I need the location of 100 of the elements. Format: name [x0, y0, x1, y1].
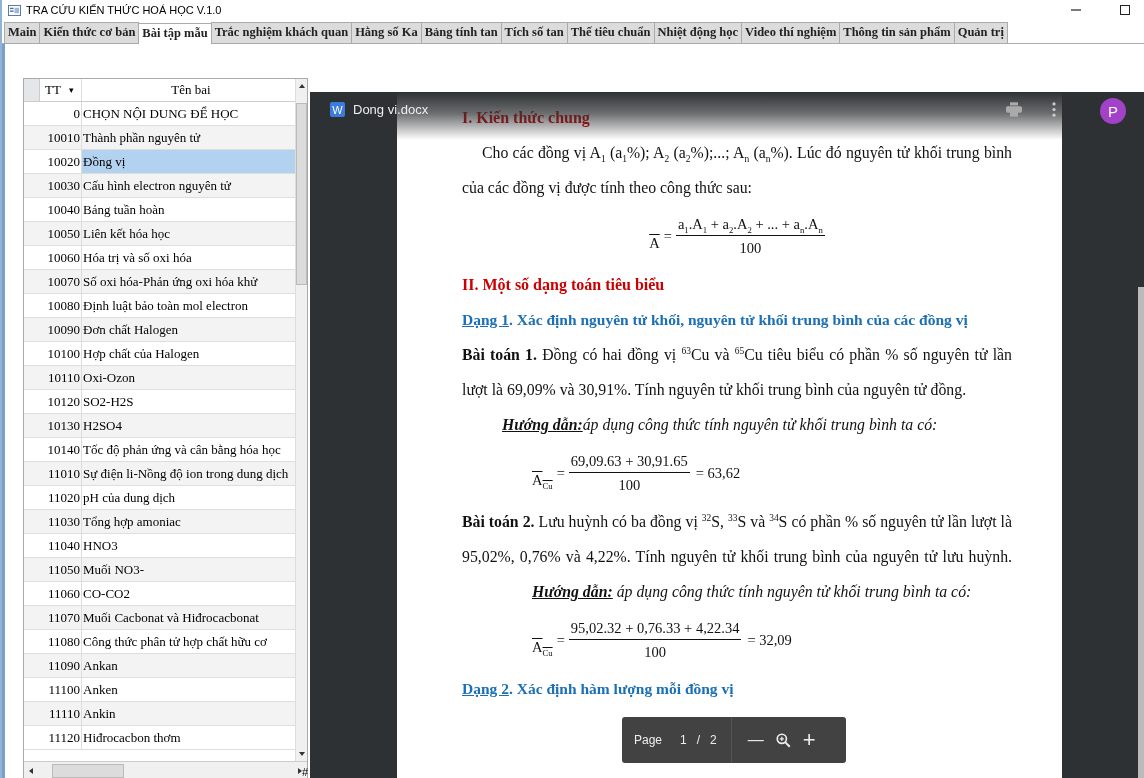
- problem-text: Bài toán 1. Đồng có hai đồng vị $^{63}$Cu và $^{65}$Cu tiêu biểu có phần % số nguyên tử lần lượt là 69,09% và 30,91%. Tính nguyên tử khối trung bình của nguyên tử đồng.: [462, 344, 1012, 401]
- table-cell[interactable]: Số oxi hóa-Phản ứng oxi hóa khử: [82, 270, 295, 293]
- tab[interactable]: Hằng số Ka: [351, 22, 422, 43]
- tab[interactable]: Tích số tan: [500, 22, 568, 43]
- table-cell[interactable]: 10090: [40, 318, 82, 341]
- table-cell[interactable]: SO2-H2S: [82, 390, 295, 413]
- tab[interactable]: Bài tập mẫu: [138, 23, 212, 44]
- formula: A = a$_{1}$.A$_{1}$ + a$_{2}$.A$_{2}$ + ... + a$_{n}$.A$_{n}$ 100: [648, 214, 826, 258]
- table-cell[interactable]: Muối NO3-: [82, 558, 295, 581]
- table-cell[interactable]: 10040: [40, 198, 82, 221]
- scroll-left-icon[interactable]: [27, 766, 35, 775]
- section-heading: Dạng 2. Xác định hàm lượng mỗi đồng vị: [462, 680, 734, 697]
- table-cell[interactable]: Ankan: [82, 654, 295, 677]
- table-cell[interactable]: Hiđrocacbon thơm: [82, 726, 295, 749]
- table-cell[interactable]: 10060: [40, 246, 82, 269]
- tab[interactable]: Bảng tính tan: [420, 22, 502, 43]
- tab[interactable]: Thông tin sản phẩm: [839, 22, 955, 43]
- table-cell[interactable]: Oxi-Ozon: [82, 366, 295, 389]
- table-cell[interactable]: 10030: [40, 174, 82, 197]
- table-cell[interactable]: Công thức phân tử hợp chất hữu cơ: [82, 630, 295, 653]
- table-cell[interactable]: Muối Cacbonat và Hiđrocacbonat: [82, 606, 295, 629]
- table-cell[interactable]: Ankin: [82, 702, 295, 725]
- table-cell[interactable]: pH của dung dịch: [82, 486, 295, 509]
- guide-text: Hướng dẫn:áp dụng công thức tính nguyên tử khối trung bình ta có:: [502, 416, 938, 433]
- scrollbar[interactable]: [1138, 287, 1144, 778]
- table-cell[interactable]: Đồng vị: [82, 150, 295, 173]
- maximize-icon[interactable]: [1120, 5, 1130, 15]
- table-cell[interactable]: Thành phần nguyên tử: [82, 126, 295, 149]
- table-cell[interactable]: 11120: [40, 726, 82, 749]
- column-header[interactable]: TT ▾: [40, 79, 82, 101]
- scroll-up-icon[interactable]: [297, 82, 306, 90]
- table-cell[interactable]: Cấu hình electron nguyên tử: [82, 174, 295, 197]
- word-file-icon: W: [330, 102, 345, 117]
- paragraph: Cho các đồng vị A$_{1}$ (a$_{1}$%); A$_{2}$ (a$_{2}$%);...; A$_{n}$ (a$_{n}$%). Lúc đó nguyên tử khối trung bình của các đồng vị được tính theo công thức sau:: [462, 143, 1012, 199]
- tab[interactable]: Video thí nghiệm: [741, 22, 841, 43]
- table-cell[interactable]: 10130: [40, 414, 82, 437]
- scroll-thumb[interactable]: [52, 763, 124, 778]
- zoom-in-button[interactable]: +: [800, 727, 818, 753]
- table-cell[interactable]: 10010: [40, 126, 82, 149]
- table-cell[interactable]: Tổng hợp amoniac: [82, 510, 295, 533]
- table-cell[interactable]: 11020: [40, 486, 82, 509]
- table-cell[interactable]: CO-CO2: [82, 582, 295, 605]
- table-cell[interactable]: Liên kết hóa học: [82, 222, 295, 245]
- window-title: TRA CỨU KIẾN THỨC HOÁ HỌC V.1.0: [26, 4, 222, 16]
- table-cell[interactable]: 10050: [40, 222, 82, 245]
- heading: II. Một số dạng toán tiêu biểu: [462, 275, 666, 296]
- vertical-scrollbar[interactable]: [295, 79, 307, 761]
- scroll-down-icon[interactable]: [297, 750, 306, 758]
- tab[interactable]: Nhiệt động học: [653, 22, 743, 43]
- more-icon[interactable]: [1052, 102, 1056, 117]
- scroll-right-icon[interactable]: [296, 766, 304, 775]
- table-cell[interactable]: Đơn chất Halogen: [82, 318, 295, 341]
- zoom-out-button[interactable]: —: [745, 731, 766, 749]
- tab[interactable]: Thế tiêu chuẩn: [566, 22, 655, 43]
- tab[interactable]: Quản trị: [953, 22, 1008, 43]
- table-cell[interactable]: CHỌN NỘI DUNG ĐỂ HỌC: [82, 102, 295, 125]
- page-total: 2: [710, 733, 717, 747]
- formula: A$_{Cu}$ = 95,02.32 + 0,76.33 + 4,22.34 100 = 32,09: [531, 618, 793, 662]
- horizontal-scrollbar[interactable]: [24, 761, 307, 778]
- table-cell[interactable]: 11110: [40, 702, 82, 725]
- zoom-icon[interactable]: [775, 732, 791, 748]
- table-cell[interactable]: 0: [40, 102, 82, 125]
- problem-text: Bài toán 2. Lưu huỳnh có ba đồng vị $^{32}$S, $^{33}$S và $^{34}$S có phần % số nguyên tử lần lượt là 95,02%, 0,76% và 4,22%. Tính nguyên tử khối trung bình của nguyên tử lưu huỳnh. Hướng dẫn: áp dụng công thức tính nguyên tử khối trung bình ta có:: [462, 511, 1012, 603]
- table-cell[interactable]: Hợp chất của Halogen: [82, 342, 295, 365]
- heading: I. Kiến thức chung: [462, 108, 591, 129]
- tab[interactable]: Kiến thức cơ bản: [39, 22, 140, 43]
- table-cell[interactable]: 11080: [40, 630, 82, 653]
- table-cell[interactable]: 10120: [40, 390, 82, 413]
- scroll-thumb[interactable]: [296, 103, 307, 285]
- table-cell[interactable]: Hóa trị và số oxi hóa: [82, 246, 295, 269]
- page-separator: /: [696, 733, 701, 747]
- table-cell[interactable]: Anken: [82, 678, 295, 701]
- table-cell[interactable]: 11010: [40, 462, 82, 485]
- table-cell[interactable]: 11030: [40, 510, 82, 533]
- record-label: #: [302, 766, 309, 778]
- table-cell[interactable]: 10110: [40, 366, 82, 389]
- tab[interactable]: Main: [4, 22, 41, 43]
- table-cell[interactable]: Bảng tuần hoàn: [82, 198, 295, 221]
- avatar[interactable]: P: [1100, 98, 1126, 124]
- table-cell[interactable]: HNO3: [82, 534, 295, 557]
- table-cell[interactable]: 11050: [40, 558, 82, 581]
- table-cell[interactable]: 10070: [40, 270, 82, 293]
- print-icon[interactable]: [1006, 102, 1022, 117]
- column-header[interactable]: Tên bai: [82, 79, 295, 101]
- page-number[interactable]: 1: [680, 733, 687, 747]
- page-label: Page: [634, 733, 663, 747]
- table-cell[interactable]: Sự điện li-Nồng độ ion trong dung dịch: [82, 462, 295, 485]
- table-cell[interactable]: Tốc độ phản ứng và cân bằng hóa học: [82, 438, 295, 461]
- table-cell[interactable]: 11060: [40, 582, 82, 605]
- tab[interactable]: Trắc nghiệm khách quan: [210, 22, 353, 43]
- app-icon: [8, 4, 21, 16]
- table-cell[interactable]: 11090: [40, 654, 82, 677]
- table-cell[interactable]: Định luật bảo toàn mol electron: [82, 294, 295, 317]
- table-cell[interactable]: 11070: [40, 606, 82, 629]
- table-cell[interactable]: H2SO4: [82, 414, 295, 437]
- table-cell[interactable]: 10100: [40, 342, 82, 365]
- table-cell[interactable]: 11040: [40, 534, 82, 557]
- table-cell[interactable]: 11100: [40, 678, 82, 701]
- table-cell[interactable]: 10140: [40, 438, 82, 461]
- table-cell[interactable]: 10080: [40, 294, 82, 317]
